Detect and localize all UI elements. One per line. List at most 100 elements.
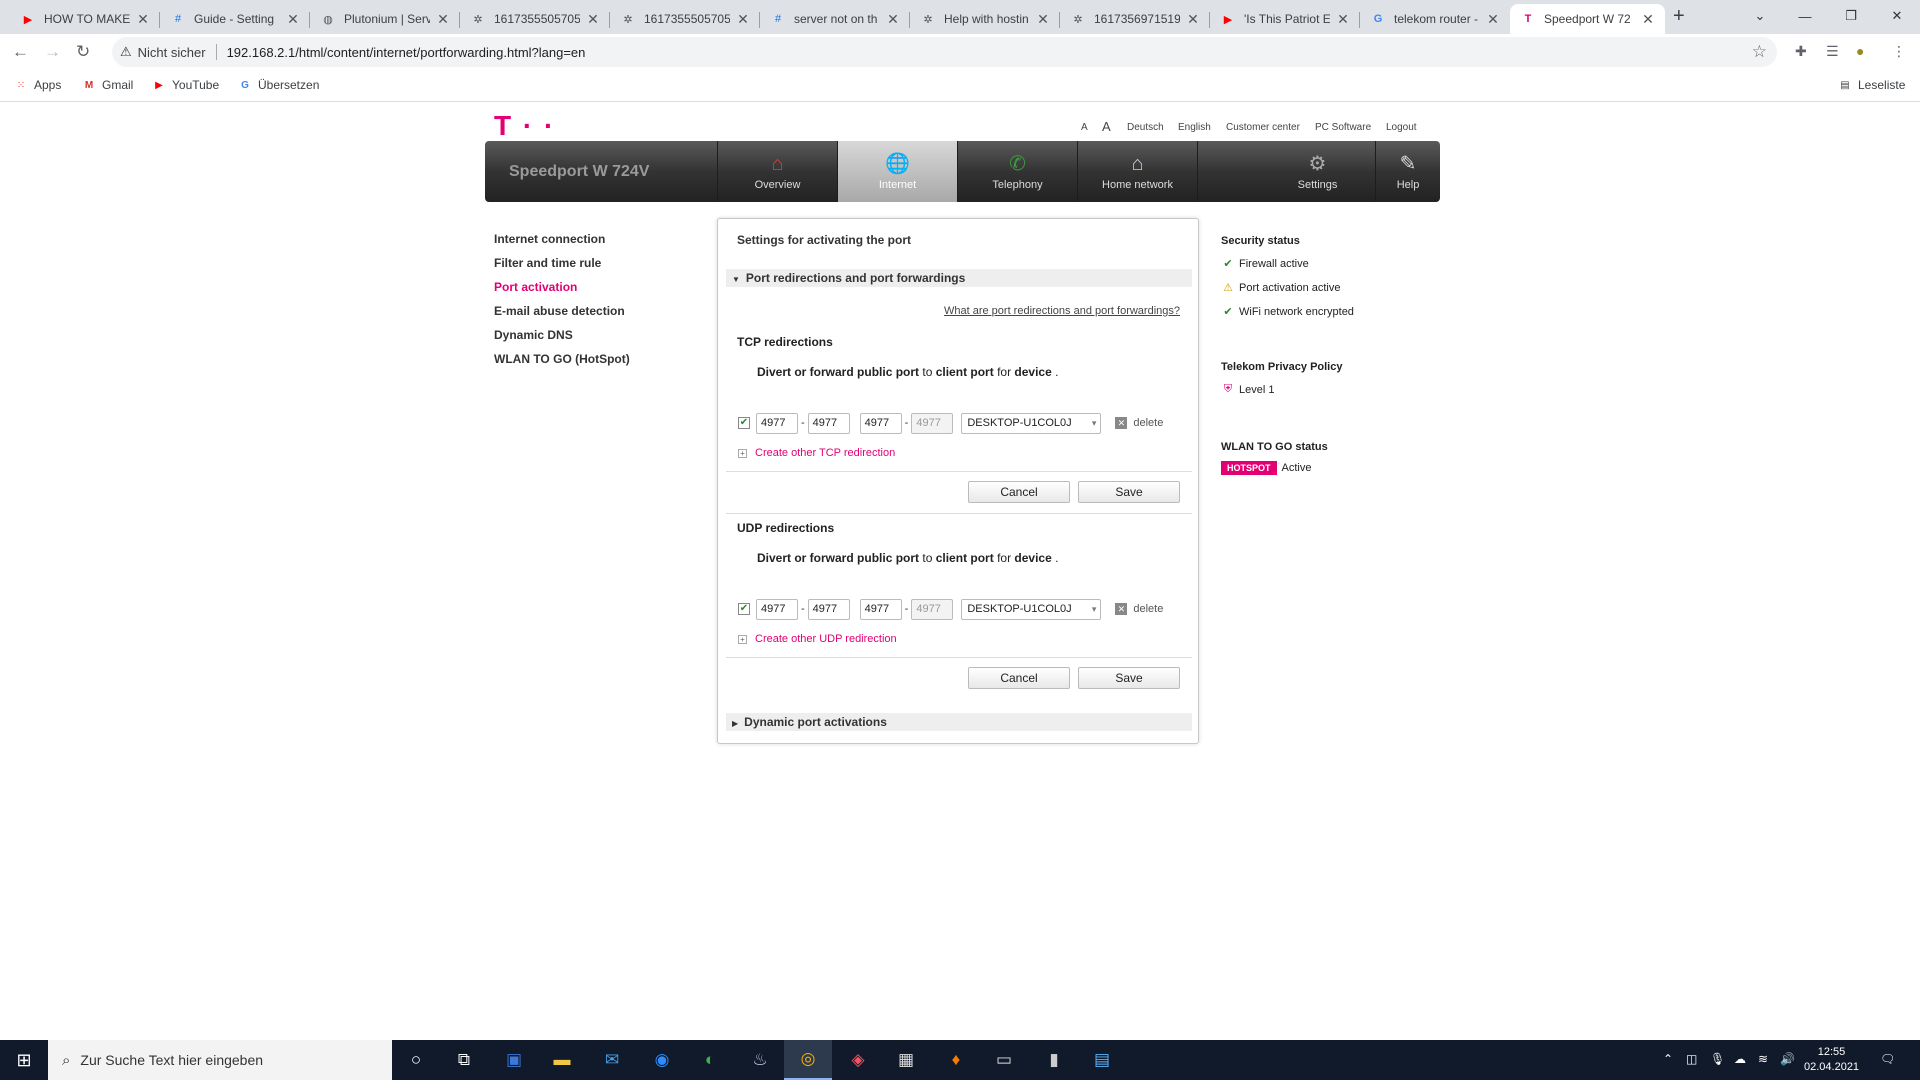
link-customer-center[interactable]: Customer center <box>1226 122 1300 133</box>
mail-icon[interactable]: ✉ <box>588 1040 636 1080</box>
udp-delete-button[interactable]: ✕ delete <box>1115 603 1163 615</box>
zoom-icon[interactable]: ◉ <box>638 1040 686 1080</box>
tcp-device-select[interactable]: DESKTOP-U1COL0J ▾ <box>961 412 1102 434</box>
browser-tab[interactable]: G telekom router - ✕ <box>1360 4 1510 34</box>
bookmark-apps[interactable]: ⁙ Apps <box>14 78 62 92</box>
clock[interactable]: 12:55 02.04.2021 <box>1804 1045 1859 1075</box>
udp-save-button[interactable]: Save <box>1078 667 1180 689</box>
close-icon[interactable]: ✕ <box>1186 11 1200 28</box>
close-icon[interactable]: ✕ <box>286 11 300 28</box>
nav-telephony[interactable]: ✆ Telephony <box>957 141 1077 202</box>
tcp-rule-checkbox[interactable]: ✔ <box>738 417 750 429</box>
taskbar-search[interactable]: ⌕ Zur Suche Text hier eingeben <box>48 1040 392 1080</box>
close-icon[interactable]: ✕ <box>1036 11 1050 28</box>
udp-public-port-from[interactable]: 4977 <box>756 598 798 620</box>
link-deutsch[interactable]: Deutsch <box>1127 122 1164 133</box>
udp-public-port-to[interactable]: 4977 <box>807 598 850 620</box>
steam-icon[interactable]: ♨ <box>736 1040 784 1080</box>
sidebar-item-dynamic-dns[interactable]: Dynamic DNS <box>494 328 630 352</box>
browser-tab[interactable]: ◍ Plutonium | Serv ✕ <box>310 4 460 34</box>
tray-app-icon[interactable]: ◫ <box>1686 1052 1697 1066</box>
link-english[interactable]: English <box>1178 122 1211 133</box>
bookmark-youtube[interactable]: ▶ YouTube <box>152 78 219 92</box>
control-panel-icon[interactable]: ▤ <box>1078 1040 1126 1080</box>
close-icon[interactable]: ✕ <box>736 11 750 28</box>
tcp-save-button[interactable]: Save <box>1078 481 1180 503</box>
close-icon[interactable]: ✕ <box>1486 11 1500 28</box>
nav-home-network[interactable]: ⌂ Home network <box>1077 141 1197 202</box>
font-small-button[interactable]: A <box>1081 122 1088 133</box>
restore-button[interactable]: ❐ <box>1828 0 1874 32</box>
tcp-cancel-button[interactable]: Cancel <box>968 481 1070 503</box>
task-view-icon[interactable]: ⧉ <box>440 1040 488 1080</box>
microphone-app-icon[interactable]: ♦ <box>932 1040 980 1080</box>
bookmark-gmail[interactable]: M Gmail <box>82 78 134 92</box>
reload-icon[interactable]: ↻ <box>76 42 90 62</box>
font-large-button[interactable]: A <box>1102 119 1111 134</box>
telekom-logo[interactable]: T · · <box>494 110 555 142</box>
back-icon[interactable]: ← <box>12 42 29 62</box>
browser-tab-active[interactable]: T Speedport W 72 ✕ <box>1510 4 1665 34</box>
bookmark-star-icon[interactable]: ☆ <box>1752 42 1767 62</box>
nav-internet[interactable]: 🌐 Internet <box>837 141 957 202</box>
media-icon[interactable]: ☰ <box>1826 43 1839 60</box>
sidebar-item-internet-connection[interactable]: Internet connection <box>494 232 630 256</box>
browser-tab[interactable]: ✲ Help with hostin ✕ <box>910 4 1060 34</box>
onedrive-icon[interactable]: ☁ <box>1734 1052 1746 1066</box>
notepad-icon[interactable]: ▭ <box>980 1040 1028 1080</box>
udp-rule-checkbox[interactable]: ✔ <box>738 603 750 615</box>
menu-icon[interactable]: ⋮ <box>1892 43 1906 60</box>
chrome-icon[interactable]: ◎ <box>784 1040 832 1080</box>
link-pc-software[interactable]: PC Software <box>1315 122 1371 133</box>
terminal-icon[interactable]: ▮ <box>1030 1040 1078 1080</box>
profile-avatar-icon[interactable]: ● <box>1856 43 1864 59</box>
close-icon[interactable]: ✕ <box>586 11 600 28</box>
close-window-button[interactable]: ✕ <box>1874 0 1920 32</box>
create-udp-redirection-link[interactable]: + Create other UDP redirection <box>738 633 897 645</box>
file-explorer-icon[interactable]: ▬ <box>538 1040 586 1080</box>
browser-tab[interactable]: # server not on th ✕ <box>760 4 910 34</box>
browser-tab[interactable]: ▶ 'Is This Patriot E ✕ <box>1210 4 1360 34</box>
discord-icon[interactable]: ◈ <box>834 1040 882 1080</box>
browser-tab[interactable]: ✲ 1617356971519 ✕ <box>1060 4 1210 34</box>
link-logout[interactable]: Logout <box>1386 122 1417 133</box>
close-icon[interactable]: ✕ <box>436 11 450 28</box>
tab-search-icon[interactable]: ⌄ <box>1737 0 1783 32</box>
bookmark-translate[interactable]: G Übersetzen <box>238 78 319 92</box>
tcp-client-port-from[interactable]: 4977 <box>859 412 902 434</box>
sidebar-item-wlan-to-go[interactable]: WLAN TO GO (HotSpot) <box>494 352 630 376</box>
extensions-icon[interactable]: ✚ <box>1795 43 1807 60</box>
create-tcp-redirection-link[interactable]: + Create other TCP redirection <box>738 447 895 459</box>
notification-center-icon[interactable]: 🗨 <box>1880 1052 1895 1066</box>
close-icon[interactable]: ✕ <box>1336 11 1350 28</box>
sidebar-item-filter-time-rule[interactable]: Filter and time rule <box>494 256 630 280</box>
section-dynamic-port-activations[interactable]: ▶ Dynamic port activations <box>726 713 1192 731</box>
help-link[interactable]: What are port redirections and port forw… <box>944 305 1180 317</box>
tcp-public-port-to[interactable]: 4977 <box>807 412 850 434</box>
cortana-icon[interactable]: ○ <box>392 1040 440 1080</box>
udp-cancel-button[interactable]: Cancel <box>968 667 1070 689</box>
tcp-public-port-from[interactable]: 4977 <box>756 412 798 434</box>
udp-client-port-from[interactable]: 4977 <box>859 598 902 620</box>
close-icon[interactable]: ✕ <box>886 11 900 28</box>
browser-tab[interactable]: # Guide - Setting ✕ <box>160 4 310 34</box>
volume-icon[interactable]: 🔊 <box>1780 1052 1795 1066</box>
store-icon[interactable]: ▣ <box>490 1040 538 1080</box>
new-tab-button[interactable]: + <box>1673 5 1685 28</box>
nav-settings[interactable]: ⚙ Settings <box>1260 141 1375 202</box>
sidebar-item-email-abuse[interactable]: E-mail abuse detection <box>494 304 630 328</box>
section-port-redirections[interactable]: ▼ Port redirections and port forwardings <box>726 269 1192 287</box>
browser-tab[interactable]: ▶ HOW TO MAKE ✕ <box>10 4 160 34</box>
minimize-button[interactable]: — <box>1782 0 1828 32</box>
forward-icon[interactable]: → <box>44 42 61 62</box>
windows-start-icon[interactable]: ⊞ <box>0 1040 48 1080</box>
tray-mic-icon[interactable]: 🎙 <box>1710 1052 1725 1066</box>
close-icon[interactable]: ✕ <box>1641 11 1655 28</box>
nav-overview[interactable]: ⌂ Overview <box>717 141 837 202</box>
tcp-delete-button[interactable]: ✕ delete <box>1115 417 1163 429</box>
wifi-icon[interactable]: ≋ <box>1758 1052 1768 1066</box>
tray-expand-icon[interactable]: ⌃ <box>1663 1052 1673 1066</box>
reading-list-button[interactable]: ▤ Leseliste <box>1838 78 1905 92</box>
sidebar-item-port-activation[interactable]: Port activation <box>494 280 630 304</box>
app-icon[interactable]: ▦ <box>882 1040 930 1080</box>
